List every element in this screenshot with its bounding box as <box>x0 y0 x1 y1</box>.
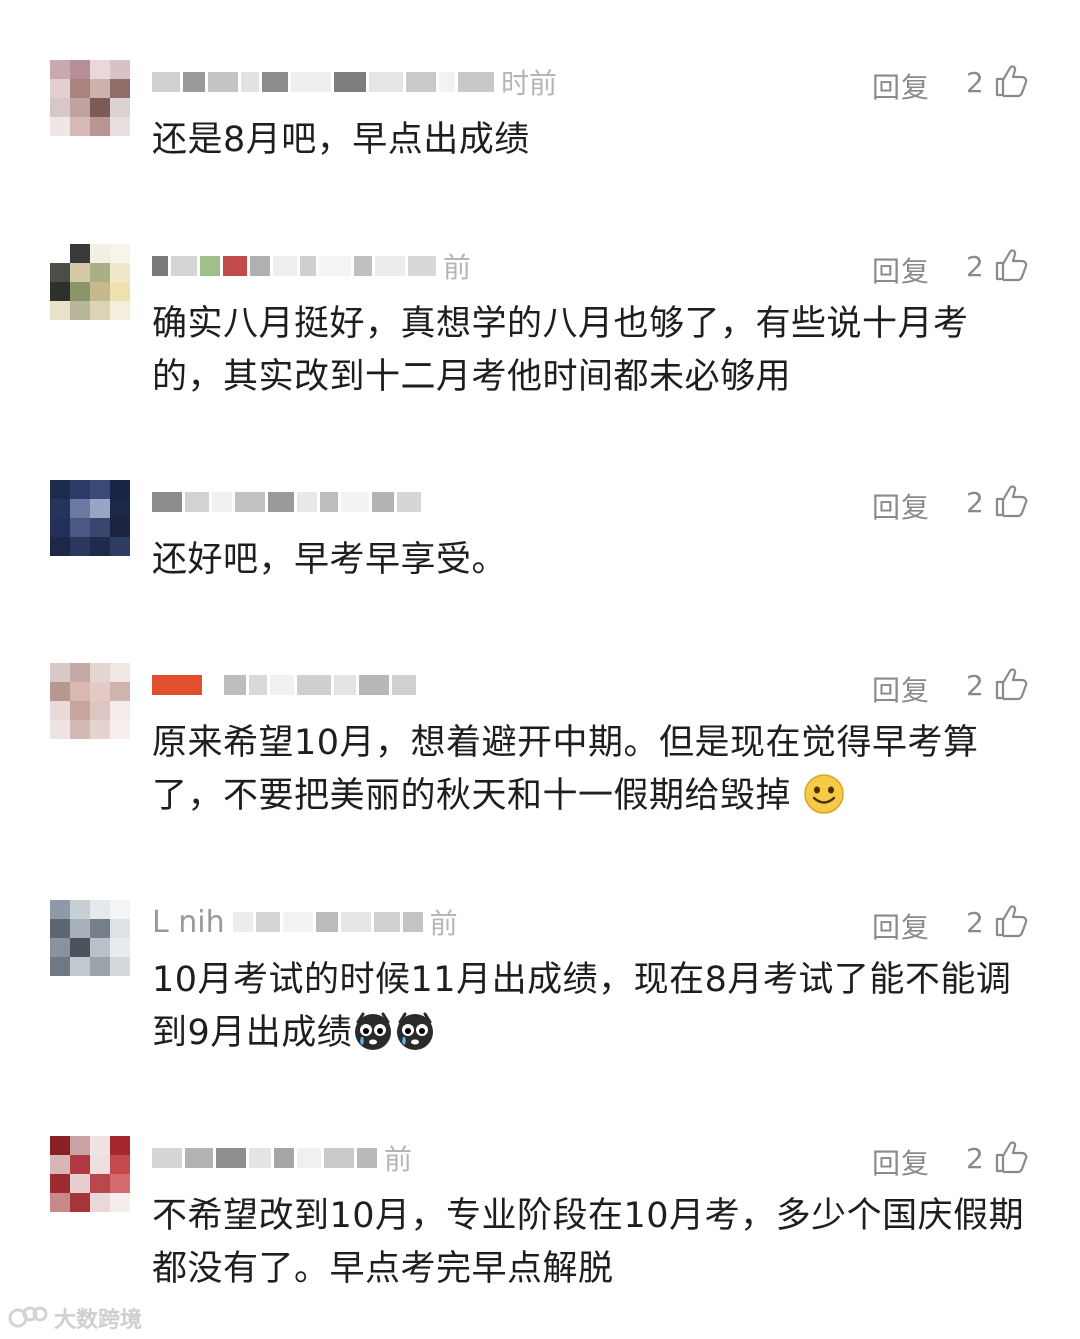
like-count: 2 <box>966 66 984 99</box>
reply-button[interactable]: 回复 <box>872 66 930 106</box>
thumbs-up-icon[interactable] <box>993 63 1029 99</box>
reply-button[interactable]: 回复 <box>872 906 930 946</box>
thumbs-up-icon[interactable] <box>993 483 1029 519</box>
like-count: 2 <box>966 1142 984 1175</box>
avatar[interactable] <box>50 1136 130 1212</box>
watermark-text: 大数跨境 <box>54 1308 143 1333</box>
comment-text: 确实八月挺好，真想学的八月也够了，有些说十月考的，其实改到十二月考他时间都未必够… <box>152 304 969 397</box>
crying-face-emoji-icon <box>397 1012 434 1050</box>
username-partial: L nih <box>152 904 225 940</box>
timestamp: 前 <box>443 251 472 284</box>
brand-logo-icon <box>8 1306 48 1328</box>
username-blurred[interactable]: 前 <box>152 246 471 286</box>
like-count: 2 <box>966 906 984 939</box>
comment-text-body: 原来希望10月，想着避开中期。但是现在觉得早考算了，不要把美丽的秋天和十一假期给… <box>152 723 979 816</box>
timestamp: 时前 <box>501 67 558 100</box>
comment-text: 还是8月吧，早点出成绩 <box>152 120 530 160</box>
avatar[interactable] <box>50 60 130 136</box>
username-blurred[interactable]: 前 <box>152 1138 412 1178</box>
like-count: 2 <box>966 250 984 283</box>
username-blurred[interactable] <box>152 665 423 705</box>
like-count: 2 <box>966 669 984 702</box>
comment-text-body: 10月考试的时候11月出成绩，现在8月考试了能不能调到9月出成绩 <box>152 960 1012 1053</box>
username-blurred[interactable] <box>152 482 428 522</box>
username-blurred[interactable]: L nih 前 <box>152 902 458 942</box>
avatar[interactable] <box>50 900 130 976</box>
smile-emoji-icon <box>803 774 844 814</box>
comment-text: 还好吧，早考早享受。 <box>152 540 508 580</box>
watermark: 大数跨境 <box>8 1302 142 1334</box>
thumbs-up-icon[interactable] <box>993 1139 1029 1175</box>
timestamp: 前 <box>429 907 458 940</box>
reply-button[interactable]: 回复 <box>872 1142 930 1182</box>
username-blurred[interactable]: 时前 <box>152 62 557 102</box>
thumbs-up-icon[interactable] <box>993 903 1029 939</box>
comment-text: 10月考试的时候11月出成绩，现在8月考试了能不能调到9月出成绩 <box>152 954 1032 1060</box>
avatar[interactable] <box>50 480 130 556</box>
reply-button[interactable]: 回复 <box>872 486 930 526</box>
avatar[interactable] <box>50 244 130 320</box>
reply-button[interactable]: 回复 <box>872 250 930 290</box>
comment-text: 不希望改到10月，专业阶段在10月考，多少个国庆假期都没有了。早点考完早点解脱 <box>152 1196 1025 1289</box>
comment-text: 原来希望10月，想着避开中期。但是现在觉得早考算了，不要把美丽的秋天和十一假期给… <box>152 717 1032 823</box>
reply-button[interactable]: 回复 <box>872 669 930 709</box>
avatar[interactable] <box>50 663 130 739</box>
timestamp: 前 <box>384 1143 413 1176</box>
like-count: 2 <box>966 486 984 519</box>
thumbs-up-icon[interactable] <box>993 666 1029 702</box>
crying-face-emoji-icon <box>355 1012 392 1050</box>
thumbs-up-icon[interactable] <box>993 247 1029 283</box>
